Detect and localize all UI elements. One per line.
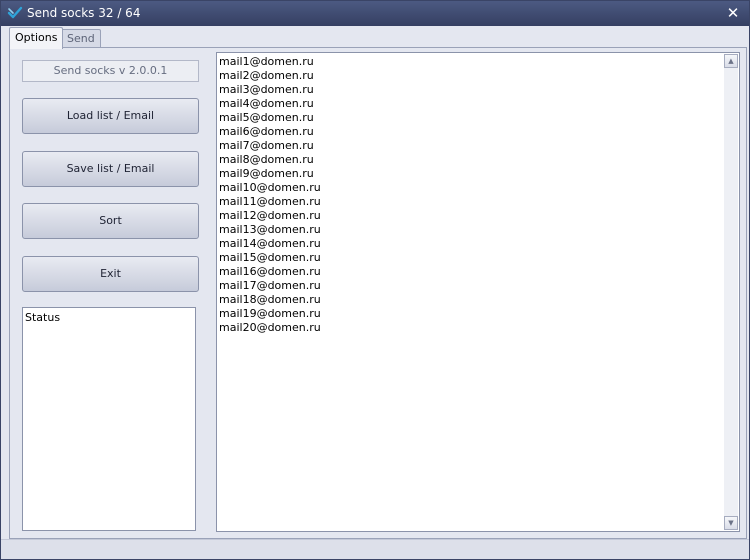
app-window: Send socks 32 / 64 ✕ Options Send Send s… xyxy=(0,0,750,560)
window-title: Send socks 32 / 64 xyxy=(27,6,141,20)
save-list-button[interactable]: Save list / Email xyxy=(22,151,199,187)
email-list-item[interactable]: mail11@domen.ru xyxy=(219,195,719,209)
email-list-item[interactable]: mail2@domen.ru xyxy=(219,69,719,83)
tab-send[interactable]: Send xyxy=(61,29,101,48)
exit-button[interactable]: Exit xyxy=(22,256,199,292)
email-list-item[interactable]: mail10@domen.ru xyxy=(219,181,719,195)
email-list-item[interactable]: mail12@domen.ru xyxy=(219,209,719,223)
email-list-item[interactable]: mail15@domen.ru xyxy=(219,251,719,265)
status-log[interactable]: Status xyxy=(22,307,196,531)
email-list-box[interactable]: mail1@domen.ru mail2@domen.ru mail3@domen.… xyxy=(216,52,740,532)
sort-button[interactable]: Sort xyxy=(22,203,199,239)
version-label: Send socks v 2.0.0.1 xyxy=(22,60,199,82)
tab-options[interactable]: Options xyxy=(9,27,64,49)
email-list-item[interactable]: mail17@domen.ru xyxy=(219,279,719,293)
email-list-item[interactable]: mail4@domen.ru xyxy=(219,97,719,111)
email-list-item[interactable]: mail18@domen.ru xyxy=(219,293,719,307)
email-list-item[interactable]: mail9@domen.ru xyxy=(219,167,719,181)
email-list-item[interactable]: mail14@domen.ru xyxy=(219,237,719,251)
email-list-item[interactable]: mail7@domen.ru xyxy=(219,139,719,153)
email-list-item[interactable]: mail19@domen.ru xyxy=(219,307,719,321)
app-logo-icon xyxy=(7,5,23,21)
status-text: Status xyxy=(25,311,61,324)
title-bar[interactable]: Send socks 32 / 64 ✕ xyxy=(1,1,749,26)
email-list-item[interactable]: mail6@domen.ru xyxy=(219,125,719,139)
email-list-item[interactable]: mail3@domen.ru xyxy=(219,83,719,97)
scroll-up-icon[interactable]: ▲ xyxy=(724,54,738,68)
email-list-item[interactable]: mail20@domen.ru xyxy=(219,321,719,335)
email-list-item[interactable]: mail16@domen.ru xyxy=(219,265,719,279)
load-list-button[interactable]: Load list / Email xyxy=(22,98,199,134)
scroll-down-icon[interactable]: ▼ xyxy=(724,516,738,530)
tab-strip: Options Send xyxy=(1,26,749,49)
status-bar xyxy=(1,539,749,559)
vertical-scrollbar[interactable]: ▲ ▼ xyxy=(724,54,738,530)
close-icon[interactable]: ✕ xyxy=(723,3,743,23)
email-list-item[interactable]: mail5@domen.ru xyxy=(219,111,719,125)
options-panel: Send socks v 2.0.0.1 Load list / Email S… xyxy=(9,47,747,539)
email-list: mail1@domen.ru mail2@domen.ru mail3@domen.… xyxy=(219,55,719,335)
email-list-item[interactable]: mail8@domen.ru xyxy=(219,153,719,167)
email-list-item[interactable]: mail13@domen.ru xyxy=(219,223,719,237)
email-list-item[interactable]: mail1@domen.ru xyxy=(219,55,719,69)
